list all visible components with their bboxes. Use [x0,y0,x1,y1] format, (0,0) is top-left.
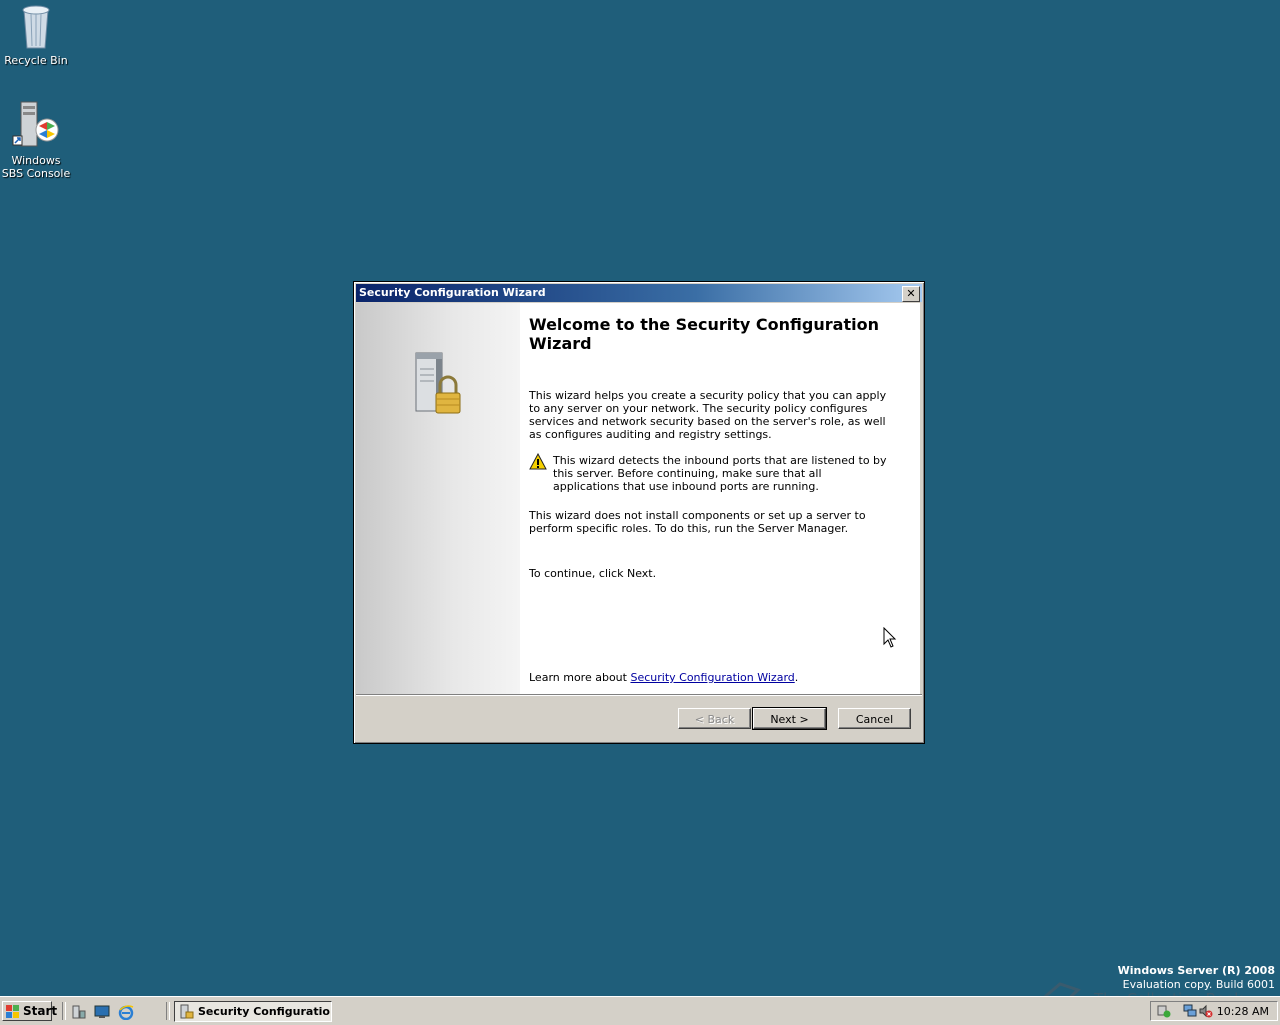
close-icon: ✕ [906,287,916,300]
note-text: This wizard does not install components … [529,509,866,535]
wizard-app-icon [180,1004,194,1019]
intro-text: This wizard helps you create a security … [529,389,887,441]
learn-more-link[interactable]: Security Configuration Wizard [630,671,794,684]
volume-muted-icon[interactable] [1199,1004,1213,1018]
sbs-console-icon [12,101,59,147]
show-desktop-icon[interactable] [94,1004,110,1020]
learn-more-prefix: Learn more about [529,671,631,684]
sbs-console-label: Windows SBS Console [1,154,71,180]
start-button[interactable]: Start [2,1001,57,1021]
dialog-title: Security Configuration Wizard [359,286,546,299]
server-manager-icon[interactable] [71,1004,87,1020]
recycle-bin-label: Recycle Bin [4,54,68,67]
internet-explorer-icon[interactable] [118,1004,134,1020]
network-icon[interactable] [1183,1004,1197,1018]
taskbar-item-security-configuration-wizard[interactable]: Security Configuratio... [174,1001,332,1022]
warning-text: This wizard detects the inbound ports th… [553,454,887,493]
os-name: Windows Server (R) 2008 [1117,964,1275,977]
sbs-console-shortcut[interactable]: Windows SBS Console [0,100,72,180]
server-lock-icon [415,352,461,414]
mouse-cursor-icon [883,627,897,648]
system-tray: 10:28 AM [1150,1001,1278,1021]
wizard-side-panel [356,303,520,694]
clock[interactable]: 10:28 AM [1217,1005,1269,1018]
taskbar-separator [166,1002,170,1020]
dialog-titlebar[interactable]: Security Configuration Wizard ✕ [356,284,922,302]
continue-text: To continue, click Next. [529,567,657,580]
cancel-button[interactable]: Cancel [838,708,911,729]
windows-logo-icon [6,1005,19,1018]
page-title: Welcome to the Security Configuration Wi… [529,315,879,353]
warning-icon [529,453,547,470]
recycle-bin-shortcut[interactable]: Recycle Bin [0,2,72,67]
footer-divider [356,694,922,696]
security-shield-icon[interactable] [1157,1004,1171,1018]
back-button[interactable]: < Back [678,708,751,729]
learn-more-suffix: . [794,671,799,684]
next-button[interactable]: Next > [752,707,827,730]
taskbar-separator [62,1002,66,1020]
start-label: Start [23,1004,58,1018]
security-configuration-wizard-dialog: Security Configuration Wizard ✕ Welcome … [353,281,925,744]
taskbar: Start Security Configuratio... 10:28 AM [0,996,1280,1025]
recycle-bin-icon [22,5,50,49]
wizard-content: Welcome to the Security Configuration Wi… [520,303,920,694]
os-branding: Windows Server (R) 2008 Evaluation copy.… [1118,964,1275,992]
close-button[interactable]: ✕ [902,286,920,302]
learn-more-text: Learn more about Security Configuration … [529,671,889,684]
taskbar-item-label: Security Configuratio... [198,1005,332,1018]
